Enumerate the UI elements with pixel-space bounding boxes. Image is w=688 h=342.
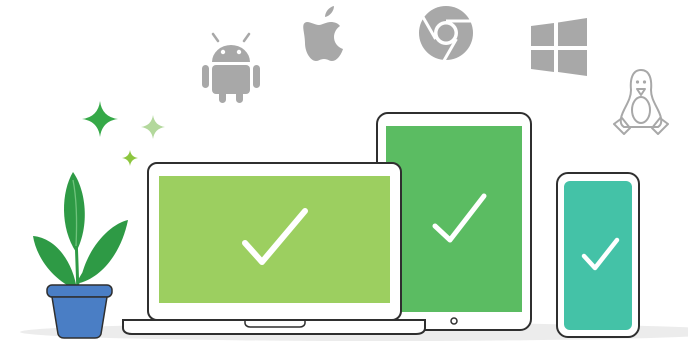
sparkle-icon: [141, 115, 165, 139]
sparkle-icon: [122, 150, 138, 166]
tablet-screen: [386, 126, 522, 312]
chrome-icon: [419, 6, 473, 62]
devices-illustration: [0, 0, 688, 342]
apple-icon: [303, 6, 343, 61]
sparkle-icon: [82, 101, 118, 137]
windows-icon: [531, 18, 587, 76]
laptop-screen: [159, 176, 390, 303]
phone-screen: [564, 181, 632, 330]
phone: [556, 172, 640, 338]
potted-plant: [33, 172, 128, 339]
linux-icon: [613, 69, 669, 135]
android-icon: [202, 32, 260, 103]
laptop: [122, 162, 426, 335]
